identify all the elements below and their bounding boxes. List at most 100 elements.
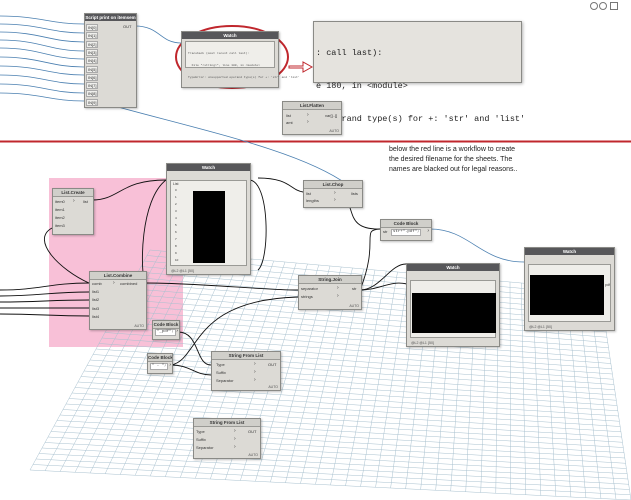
list-create-output[interactable]: list	[83, 199, 88, 204]
sfl2-arrow-1: ›	[234, 428, 236, 434]
string-from-list-2-node[interactable]: String From List Type Suffix Separator ›…	[193, 418, 261, 459]
python-input-port[interactable]: IN[0]	[86, 24, 99, 31]
python-script-node[interactable]: Script print on itemsem IN[0] IN[1] IN[2] I…	[84, 13, 137, 108]
python-input-port[interactable]: IN[2]	[86, 40, 99, 48]
watch-mid-row-index: 0	[175, 188, 177, 192]
watch-mid-row-index: 2	[175, 202, 177, 206]
sfl1-input-suffix[interactable]: Suffix	[216, 370, 226, 375]
code-block-dash-node[interactable]: Code Block " - "; ›	[147, 353, 173, 374]
list-create-input-item0[interactable]: item0	[55, 199, 65, 204]
watch-center-panel	[410, 280, 496, 338]
list-combine-node[interactable]: List.Combine comb list1 list2 list3 list4 › …	[89, 271, 147, 330]
sfl1-input-separator[interactable]: Separator	[216, 378, 234, 383]
list-chop-output[interactable]: lists	[351, 191, 358, 196]
list-create-input-item2[interactable]: item2	[55, 215, 65, 220]
list-flatten-arrow-1: ›	[307, 112, 309, 118]
python-input-port[interactable]: IN[4]	[86, 57, 99, 65]
string-join-lacing[interactable]: AUTO	[349, 304, 359, 308]
list-flatten-lacing[interactable]: AUTO	[329, 129, 339, 133]
zoom-out-icon[interactable]	[599, 2, 607, 10]
sfl2-input-type[interactable]: Type	[196, 429, 205, 434]
string-join-input-separator[interactable]: separator	[301, 286, 318, 291]
list-combine-title: List.Combine	[90, 272, 146, 280]
sfl1-lacing[interactable]: AUTO	[268, 385, 278, 389]
list-flatten-node[interactable]: List.Flatten list amt › › var[]..[] AUTO	[282, 101, 342, 135]
string-from-list-1-node[interactable]: String From List Type Suffix Separator ›…	[211, 351, 281, 391]
string-join-output[interactable]: str	[352, 286, 356, 291]
sfl2-arrow-2: ›	[234, 436, 236, 442]
python-input-port[interactable]: IN[9]	[86, 98, 99, 106]
grid-line	[104, 332, 612, 369]
list-create-arrow: ›	[73, 198, 75, 204]
code-block-dash-code[interactable]: " - ";	[150, 363, 169, 370]
list-create-input-item1[interactable]: item1	[55, 207, 65, 212]
list-combine-input[interactable]: comb	[92, 281, 102, 286]
code-block-small-title: Code Block	[153, 321, 179, 329]
python-input-port[interactable]: IN[7]	[86, 82, 99, 90]
sfl1-output[interactable]: OUT	[268, 362, 276, 367]
list-flatten-title: List.Flatten	[283, 102, 341, 110]
string-join-node[interactable]: String.Join separator strings › › str AU…	[298, 275, 362, 310]
code-block-dash-title: Code Block	[148, 354, 172, 362]
code-block-small-out-arrow: ›	[176, 328, 178, 334]
python-input-wires	[0, 15, 85, 102]
code-block-pdf-title: Code Block	[381, 220, 431, 228]
python-input-port[interactable]: IN[3]	[86, 48, 99, 56]
watch-mid-row-index: 8	[175, 244, 177, 248]
python-input-port[interactable]: IN[8]	[86, 90, 99, 98]
sfl1-arrow-2: ›	[254, 369, 256, 375]
annotation-line-2: the desired filename for the sheets. The	[389, 156, 513, 163]
dynamo-canvas[interactable]: Script print on itemsem IN[0] IN[1] IN[2] I…	[0, 0, 631, 500]
fit-view-icon[interactable]	[610, 2, 618, 10]
watch-right-node[interactable]: Watch pdf @L2 @L1 {50}	[524, 247, 615, 331]
list-combine-input[interactable]: list1	[92, 289, 99, 294]
watch-mid-footer: @L2 @L1 {50}	[171, 269, 195, 273]
code-block-pdf-node[interactable]: Code Block str str+".pdf"; ›	[380, 219, 432, 241]
list-combine-lacing[interactable]: AUTO	[134, 324, 144, 328]
list-flatten-arrow-2: ›	[307, 119, 309, 125]
python-output-port[interactable]: OUT	[123, 24, 131, 29]
sfl2-input-separator[interactable]: Separator	[196, 445, 214, 450]
list-combine-input[interactable]: list2	[92, 297, 99, 302]
python-input-port[interactable]: IN[6]	[86, 73, 99, 81]
sfl2-output[interactable]: OUT	[248, 429, 256, 434]
list-combine-input[interactable]: list3	[92, 306, 99, 311]
list-create-node[interactable]: List.Create item0 item1 item2 item3 › li…	[52, 188, 94, 235]
string-join-arrow-1: ›	[337, 285, 339, 291]
python-input-port[interactable]: IN[5]	[86, 65, 99, 73]
list-flatten-default-value: var[]..[]	[325, 113, 338, 118]
list-chop-input-lengths[interactable]: lengths	[306, 198, 319, 203]
list-combine-output[interactable]: combined	[120, 281, 137, 286]
list-create-input-item3[interactable]: item3	[55, 223, 65, 228]
watch-mid-node[interactable]: Watch List 0 1 2 3 4 5 6 7 8 9 10 @L2 @L1 {50}	[166, 163, 251, 275]
watch-mid-row-index: 7	[175, 237, 177, 241]
string-join-arrow-2: ›	[337, 293, 339, 299]
code-block-small-code[interactable]: "_pdf";	[155, 329, 176, 336]
list-chop-node[interactable]: List.Chop list lengths › › lists	[303, 180, 363, 208]
sfl1-input-type[interactable]: Type	[216, 362, 225, 367]
list-chop-input-list[interactable]: list	[306, 191, 311, 196]
list-combine-input[interactable]: list4	[92, 314, 99, 319]
zoomed-error-line-3: l operand type(s) for +: 'str' and 'list…	[316, 114, 526, 124]
code-block-pdf-input[interactable]: str	[383, 229, 387, 234]
watch-mid-title: Watch	[167, 164, 250, 171]
zoom-in-icon[interactable]	[590, 2, 598, 10]
list-flatten-input-list[interactable]: list	[286, 113, 291, 118]
code-block-pdf-code[interactable]: str+".pdf";	[391, 229, 422, 236]
sfl1-arrow-3: ›	[254, 377, 256, 383]
python-input-port[interactable]: IN[1]	[86, 32, 99, 40]
redacted-block-3	[530, 275, 604, 315]
code-block-pdf-out-arrow: ›	[427, 228, 429, 234]
watch-error-title: Watch	[182, 32, 278, 39]
watch-error-node[interactable]: Watch Traceback (most recent call last):…	[181, 31, 300, 88]
sfl2-lacing[interactable]: AUTO	[248, 453, 258, 457]
sfl2-input-suffix[interactable]: Suffix	[196, 437, 206, 442]
watch-center-node[interactable]: Watch @L2 @L1 {50}	[406, 263, 500, 347]
watch-mid-row-index: 1	[175, 195, 177, 199]
annotation-note: below the red line is a workflow to crea…	[389, 145, 629, 175]
watch-error-line-1: Traceback (most recent call last):	[188, 52, 250, 55]
list-flatten-input-amt[interactable]: amt	[286, 120, 293, 125]
string-join-input-strings[interactable]: strings	[301, 294, 313, 299]
code-block-small-node[interactable]: Code Block "_pdf"; ›	[152, 320, 180, 340]
watch-right-side-label: pdf	[605, 283, 610, 287]
